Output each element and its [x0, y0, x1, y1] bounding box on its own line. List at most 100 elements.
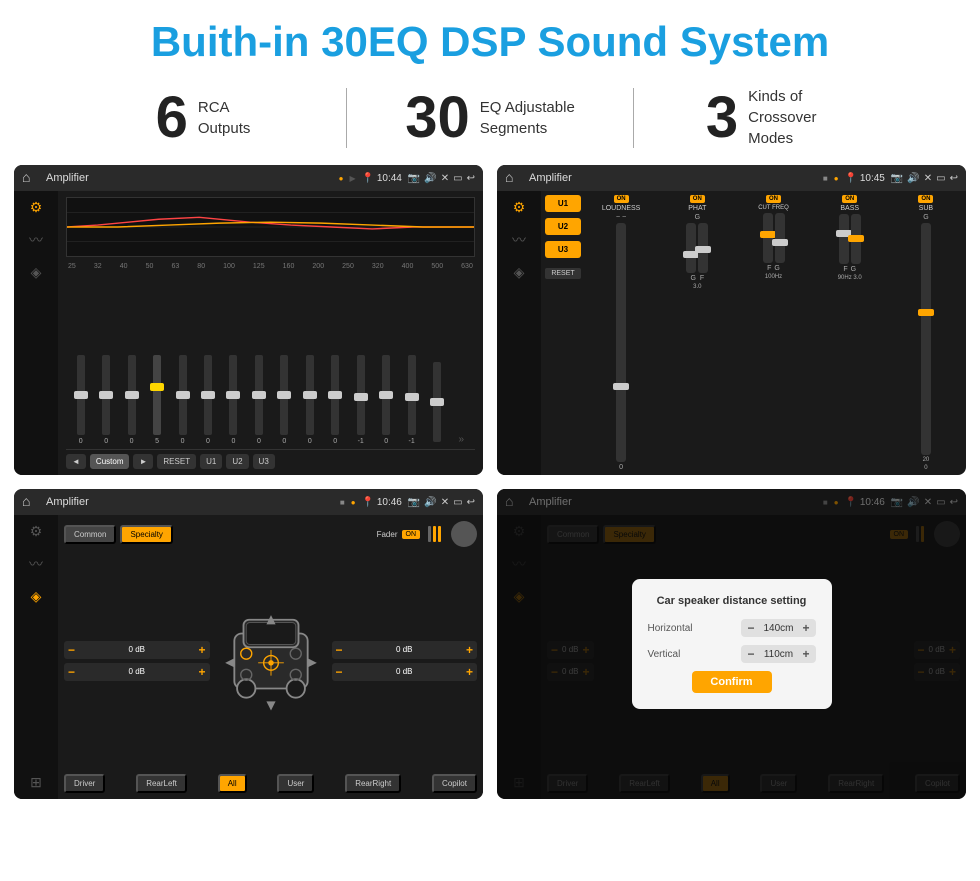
fader-main-panel: Common Specialty Fader ON	[58, 515, 483, 799]
custom-preset-btn[interactable]: Custom	[90, 454, 130, 469]
eq-slider-11[interactable]: 0	[331, 355, 339, 445]
eq-slider-5[interactable]: 0	[179, 355, 187, 445]
dsp-home-icon[interactable]: ⌂	[505, 169, 523, 187]
eq-slider-12[interactable]: -1	[357, 355, 365, 445]
prev-preset-btn[interactable]: ◄	[66, 454, 86, 469]
fader-eq-icon[interactable]: ⚙	[30, 523, 43, 540]
eq-left-sidebar: ⚙ 〰 ◈	[14, 191, 58, 475]
back-icon[interactable]: ↩	[467, 173, 475, 184]
cutfreq-on[interactable]: ON	[766, 195, 781, 203]
left-top-minus[interactable]: −	[68, 643, 75, 657]
fader-back-icon[interactable]: ↩	[467, 497, 475, 508]
speaker-icon[interactable]: ◈	[31, 264, 42, 281]
eq-slider-13[interactable]: 0	[382, 355, 390, 445]
eq-val-9: 0	[282, 438, 286, 445]
loudness-slider[interactable]	[616, 223, 626, 462]
u2-btn[interactable]: U2	[226, 454, 248, 469]
vertical-minus-btn[interactable]: −	[747, 647, 754, 661]
eq-slider-1[interactable]: 0	[77, 355, 85, 445]
dsp-volume-icon: 🔊	[907, 173, 919, 184]
freq-25: 25	[68, 263, 76, 270]
stat-text-eq: EQ AdjustableSegments	[480, 97, 575, 139]
eq-slider-6[interactable]: 0	[204, 355, 212, 445]
eq-slider-2[interactable]: 0	[102, 355, 110, 445]
right-top-plus[interactable]: +	[466, 643, 473, 657]
eq-slider-7[interactable]: 0	[229, 355, 237, 445]
u1-mode-btn[interactable]: U1	[545, 195, 581, 212]
dsp-dot2: ●	[834, 174, 839, 183]
fader-home-icon[interactable]: ⌂	[22, 493, 40, 511]
common-tab[interactable]: Common	[64, 525, 116, 544]
fader-expand-icon[interactable]: ⊞	[30, 774, 42, 791]
rearleft-btn[interactable]: RearLeft	[136, 774, 187, 793]
rearright-btn[interactable]: RearRight	[345, 774, 401, 793]
sub-slider[interactable]	[921, 223, 931, 455]
vertical-value: 110cm	[758, 649, 798, 660]
u3-mode-btn[interactable]: U3	[545, 241, 581, 258]
bass-slider-g[interactable]	[851, 214, 861, 264]
fader-left-sidebar: ⚙ 〰 ◈ ⊞	[14, 515, 58, 799]
right-top-db: − 0 dB +	[332, 641, 478, 659]
bass-on[interactable]: ON	[842, 195, 857, 203]
horizontal-minus-btn[interactable]: −	[747, 621, 754, 635]
eq-slider-14[interactable]: -1	[408, 355, 416, 445]
fader-speaker-icon[interactable]: ◈	[31, 588, 42, 605]
eq-slider-10[interactable]: 0	[306, 355, 314, 445]
copilot-btn[interactable]: Copilot	[432, 774, 477, 793]
eq-slider-9[interactable]: 0	[280, 355, 288, 445]
loudness-on[interactable]: ON	[614, 195, 629, 203]
phat-col: ON PHAT G GF	[661, 195, 733, 471]
left-bottom-plus[interactable]: +	[198, 665, 205, 679]
eq-slider-4[interactable]: 5	[153, 355, 161, 445]
stat-text-rca: RCAOutputs	[198, 97, 251, 139]
u2-mode-btn[interactable]: U2	[545, 218, 581, 235]
all-btn[interactable]: All	[218, 774, 247, 793]
dsp-main-panel: U1 U2 U3 RESET ON LOUDNESS ~ ~	[541, 191, 966, 475]
battery-icon: ▭	[453, 173, 462, 184]
freq-63: 63	[171, 263, 179, 270]
right-top-minus[interactable]: −	[336, 643, 343, 657]
fader-user-icon[interactable]	[451, 521, 477, 547]
left-top-plus[interactable]: +	[198, 643, 205, 657]
vertical-plus-btn[interactable]: +	[802, 647, 809, 661]
dsp-eq-icon[interactable]: ⚙	[513, 199, 526, 216]
dsp-speaker-icon[interactable]: ◈	[514, 264, 525, 281]
dsp-reset-btn[interactable]: RESET	[545, 268, 581, 279]
cutfreq-slider-f[interactable]	[763, 213, 773, 263]
reset-btn[interactable]: RESET	[157, 454, 196, 469]
confirm-button[interactable]: Confirm	[692, 671, 772, 693]
u3-btn[interactable]: U3	[253, 454, 275, 469]
fader-on-badge[interactable]: ON	[402, 530, 421, 539]
right-bottom-db: − 0 dB +	[332, 663, 478, 681]
dsp-wave-icon[interactable]: 〰	[512, 230, 526, 250]
u1-btn[interactable]: U1	[200, 454, 222, 469]
specialty-tab[interactable]: Specialty	[120, 525, 172, 544]
horizontal-plus-btn[interactable]: +	[802, 621, 809, 635]
phat-on[interactable]: ON	[690, 195, 705, 203]
eq-val-4: 5	[155, 438, 159, 445]
right-bottom-minus[interactable]: −	[336, 665, 343, 679]
stat-eq: 30 EQ AdjustableSegments	[347, 89, 633, 147]
cutfreq-slider-g[interactable]	[775, 213, 785, 263]
eq-icon-active[interactable]: ⚙	[30, 199, 43, 216]
right-bottom-plus[interactable]: +	[466, 665, 473, 679]
freq-500: 500	[431, 263, 443, 270]
sub-on[interactable]: ON	[918, 195, 933, 203]
driver-btn[interactable]: Driver	[64, 774, 105, 793]
eq-slider-3[interactable]: 0	[128, 355, 136, 445]
eq-val-11: 0	[333, 438, 337, 445]
wave-icon[interactable]: 〰	[29, 230, 43, 250]
home-icon[interactable]: ⌂	[22, 169, 40, 187]
phat-slider-f[interactable]	[698, 223, 708, 273]
user-btn[interactable]: User	[277, 774, 314, 793]
next-preset-btn[interactable]: ►	[133, 454, 153, 469]
fader-wave-icon[interactable]: 〰	[29, 554, 43, 574]
freq-40: 40	[120, 263, 128, 270]
fader-screen-title: Amplifier	[46, 496, 334, 508]
dsp-back-icon[interactable]: ↩	[950, 173, 958, 184]
more-icon[interactable]: »	[459, 434, 465, 445]
eq-slider-15[interactable]	[433, 362, 441, 445]
eq-slider-8[interactable]: 0	[255, 355, 263, 445]
eq-topbar: ⌂ Amplifier ● ▶ 📍 10:44 📷 🔊 ✕ ▭ ↩	[14, 165, 483, 191]
left-bottom-minus[interactable]: −	[68, 665, 75, 679]
